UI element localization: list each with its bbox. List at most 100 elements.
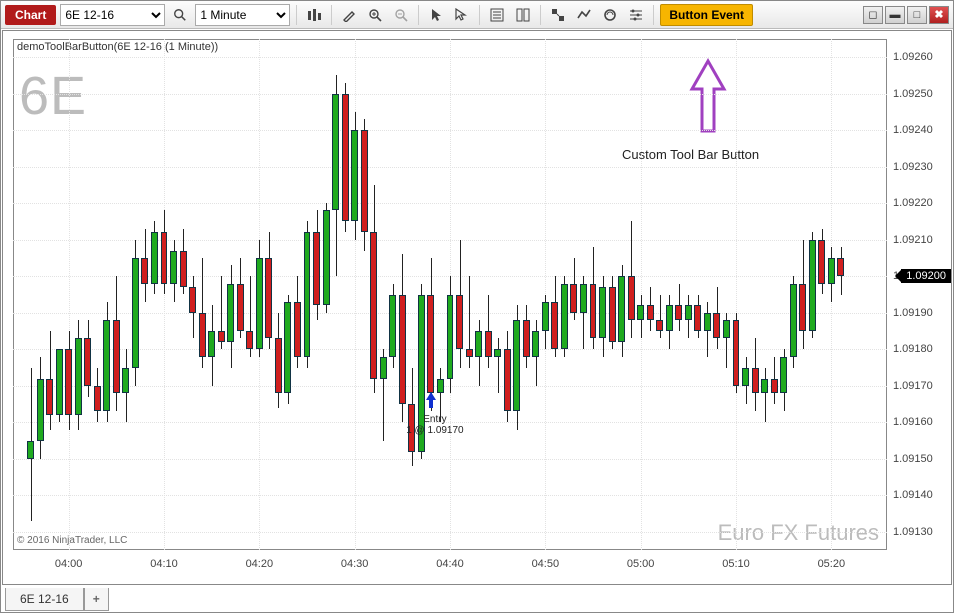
candle	[542, 302, 549, 331]
candle	[485, 331, 492, 357]
candle	[103, 320, 110, 411]
candle	[265, 258, 272, 338]
candle	[637, 305, 644, 320]
candle	[180, 251, 187, 288]
candle	[723, 320, 730, 338]
separator	[418, 5, 419, 25]
zoom-out-icon[interactable]	[390, 4, 412, 26]
candle	[513, 320, 520, 411]
candle	[65, 349, 72, 415]
candle	[151, 232, 158, 283]
candle	[809, 240, 816, 331]
cursor-icon[interactable]	[425, 4, 447, 26]
candle	[551, 302, 558, 350]
candle	[771, 379, 778, 394]
candle	[733, 320, 740, 386]
candle	[27, 441, 34, 459]
maximize-button[interactable]: □	[907, 6, 927, 24]
candle	[704, 313, 711, 331]
candle	[94, 386, 101, 412]
separator	[331, 5, 332, 25]
close-button[interactable]: ✖	[929, 6, 949, 24]
properties-icon[interactable]	[625, 4, 647, 26]
candle	[227, 284, 234, 342]
document-tab[interactable]: 6E 12-16	[5, 588, 84, 611]
chart-title: demoToolBarButton(6E 12-16 (1 Minute))	[17, 41, 218, 53]
custom-toolbar-button[interactable]: Button Event	[660, 4, 753, 26]
chart-plot-area[interactable]: demoToolBarButton(6E 12-16 (1 Minute)) 6…	[13, 39, 887, 550]
instrument-select[interactable]: 6E 12-16	[60, 4, 165, 26]
candle	[246, 331, 253, 349]
entry-annotation-label: Entry1 @ 1.09170	[405, 414, 465, 436]
candle	[647, 305, 654, 320]
candle	[380, 357, 387, 379]
candle	[199, 313, 206, 357]
candle	[675, 305, 682, 320]
chart-trader-icon[interactable]	[512, 4, 534, 26]
copyright-text: © 2016 NinjaTrader, LLC	[17, 535, 127, 546]
strategy-icon[interactable]	[599, 4, 621, 26]
tab-strip: 6E 12-16 +	[1, 586, 953, 614]
candle	[141, 258, 148, 284]
zoom-in-icon[interactable]	[364, 4, 386, 26]
candle	[685, 305, 692, 320]
callout-arrow-icon	[688, 57, 728, 140]
candle	[132, 258, 139, 368]
candle	[742, 368, 749, 386]
candle	[828, 258, 835, 284]
indicator2-icon[interactable]	[573, 4, 595, 26]
draw-icon[interactable]	[338, 4, 360, 26]
interval-select[interactable]: 1 Minute	[195, 4, 290, 26]
candle	[837, 258, 844, 276]
candle	[752, 368, 759, 394]
candle	[351, 130, 358, 221]
candle	[494, 349, 501, 356]
candle	[504, 349, 511, 411]
add-tab-button[interactable]: +	[84, 588, 109, 611]
candle	[342, 94, 349, 222]
candle	[361, 130, 368, 232]
candle	[399, 295, 406, 405]
candle	[218, 331, 225, 342]
candle	[370, 232, 377, 378]
dataseries-icon[interactable]	[303, 4, 325, 26]
candle	[237, 284, 244, 332]
candle	[122, 368, 129, 394]
candle	[561, 284, 568, 350]
candle	[37, 379, 44, 441]
candle	[818, 240, 825, 284]
symbol-watermark: 6E	[19, 65, 87, 127]
separator	[479, 5, 480, 25]
candle	[618, 276, 625, 342]
candle	[570, 284, 577, 313]
indicator1-icon[interactable]	[547, 4, 569, 26]
candle	[713, 313, 720, 339]
candle	[189, 287, 196, 313]
candle	[332, 94, 339, 211]
crosshair-icon[interactable]	[451, 4, 473, 26]
x-axis[interactable]: 04:0004:1004:2004:3004:4004:5005:0005:10…	[13, 550, 887, 584]
search-icon[interactable]	[169, 4, 191, 26]
data-box-icon[interactable]	[486, 4, 508, 26]
current-price-tag: 1.09200	[901, 269, 951, 283]
y-axis[interactable]: 1.091301.091401.091501.091601.091701.091…	[887, 39, 951, 550]
separator	[296, 5, 297, 25]
candle	[656, 320, 663, 331]
candle	[580, 284, 587, 313]
candle	[113, 320, 120, 393]
candle	[161, 232, 168, 283]
candle	[284, 302, 291, 393]
candle	[256, 258, 263, 349]
minimize-button[interactable]: ▬	[885, 6, 905, 24]
entry-marker-icon	[425, 392, 437, 413]
candle	[780, 357, 787, 394]
candle	[761, 379, 768, 394]
toolbar: Chart 6E 12-16 1 Minute	[1, 1, 953, 29]
chart-tab-label: Chart	[5, 5, 56, 25]
candle	[427, 295, 434, 394]
link-button[interactable]: ◻	[863, 6, 883, 24]
candle	[56, 349, 63, 415]
candle	[790, 284, 797, 357]
candle	[456, 295, 463, 350]
candle	[609, 287, 616, 342]
